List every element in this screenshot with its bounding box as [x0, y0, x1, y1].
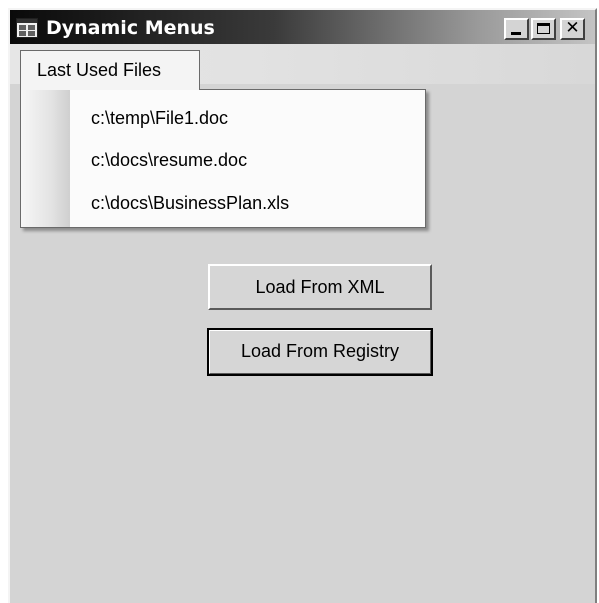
- minimize-icon: [511, 32, 521, 35]
- minimize-button[interactable]: [504, 18, 529, 40]
- app-icon-bar: [17, 19, 37, 23]
- close-button[interactable]: ✕: [560, 18, 585, 40]
- menu-last-used-files[interactable]: Last Used Files: [20, 50, 200, 90]
- load-from-xml-button[interactable]: Load From XML: [208, 264, 432, 310]
- menu-item-recent-file[interactable]: c:\temp\File1.doc: [91, 100, 411, 136]
- maximize-icon: [537, 23, 550, 34]
- app-icon-cell: [28, 31, 35, 36]
- recent-files-dropdown: c:\temp\File1.doc c:\docs\resume.doc c:\…: [20, 89, 426, 228]
- app-icon-cell: [28, 25, 35, 30]
- app-window-icon[interactable]: [16, 18, 38, 38]
- maximize-button[interactable]: [531, 18, 556, 40]
- close-icon: ✕: [565, 18, 580, 38]
- title-bar[interactable]: Dynamic Menus ✕: [10, 10, 595, 44]
- menu-item-recent-file[interactable]: c:\docs\resume.doc: [91, 142, 411, 178]
- menu-item-recent-file[interactable]: c:\docs\BusinessPlan.xls: [91, 185, 411, 221]
- load-from-registry-button[interactable]: Load From Registry: [207, 328, 433, 376]
- app-icon-cell: [19, 25, 26, 30]
- app-icon-cell: [19, 31, 26, 36]
- window-title: Dynamic Menus: [46, 17, 215, 39]
- menu-icon-gutter: [21, 90, 70, 227]
